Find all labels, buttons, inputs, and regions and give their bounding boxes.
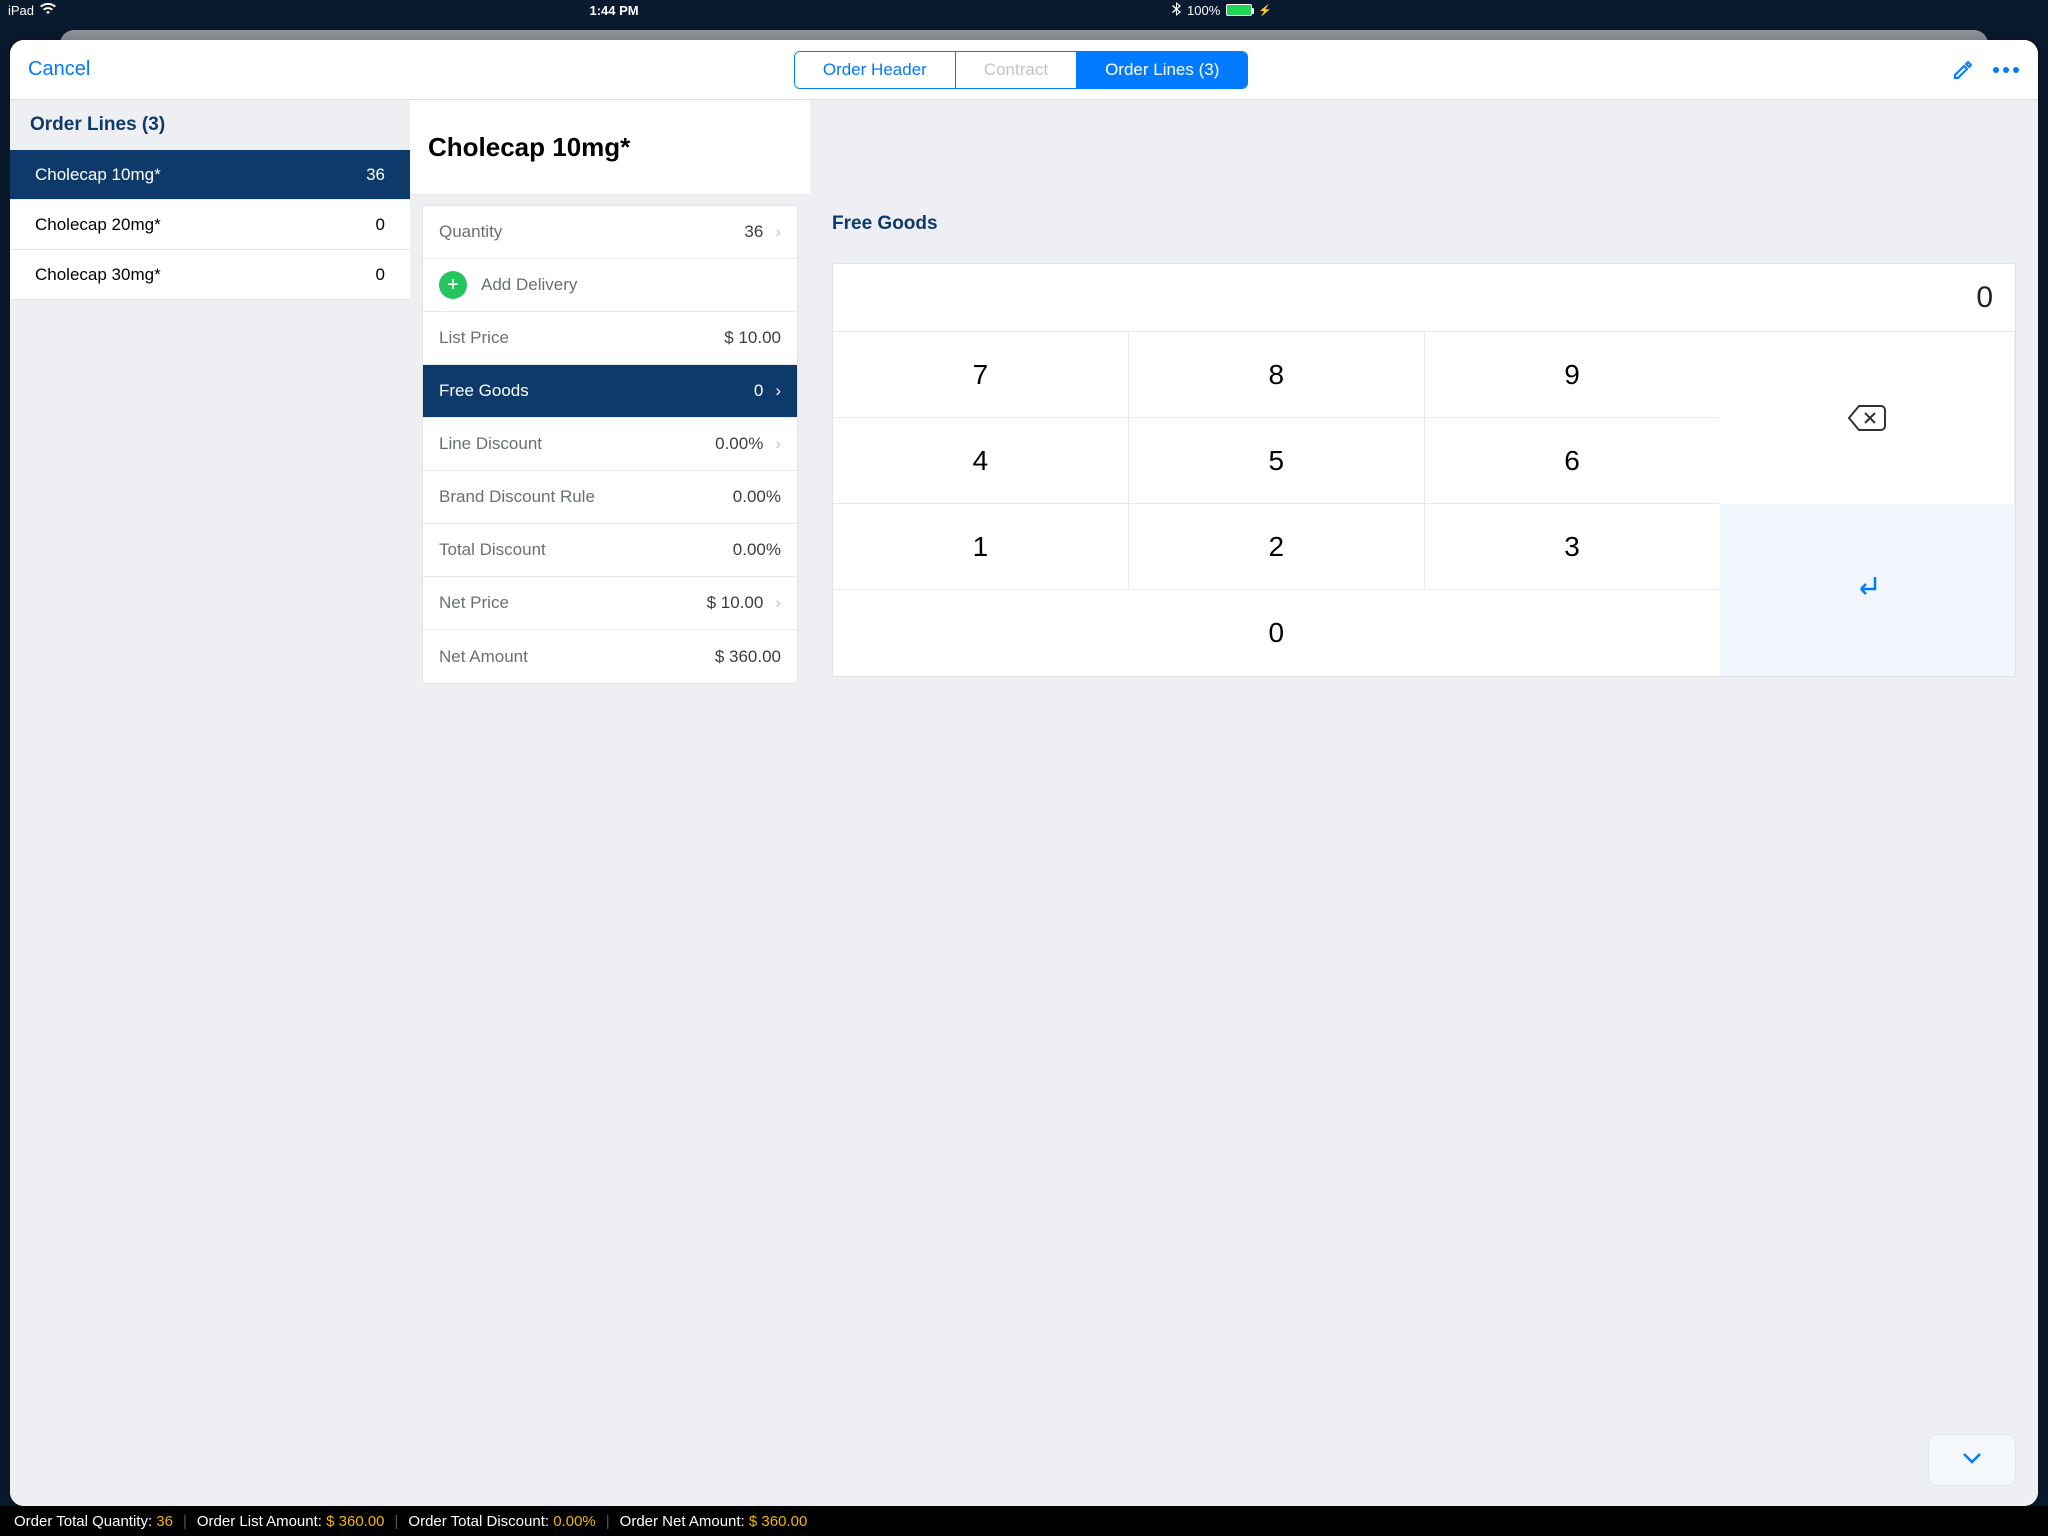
row-value: $ 10.00 <box>724 328 781 348</box>
chevron-down-icon <box>1962 1451 1982 1469</box>
charging-icon: ⚡ <box>1258 4 1272 17</box>
key-1[interactable]: 1 <box>833 504 1129 590</box>
chevron-right-icon: › <box>775 593 781 613</box>
device-label: iPad <box>8 3 34 18</box>
key-backspace[interactable] <box>1720 332 2016 504</box>
backspace-icon <box>1847 404 1887 432</box>
battery-icon <box>1226 4 1252 16</box>
row-label: Quantity <box>439 222 502 242</box>
product-title: Cholecap 10mg* <box>428 132 630 163</box>
summary-disc: 0.00% <box>553 1513 596 1530</box>
row-label: Net Price <box>439 593 509 613</box>
numeric-keypad: 0 7 8 9 4 5 6 1 <box>832 263 2016 677</box>
row-label: Line Discount <box>439 434 542 454</box>
list-item-name: Cholecap 30mg* <box>35 265 161 285</box>
row-value: 0.00% <box>715 434 763 454</box>
enter-icon <box>1853 573 1881 608</box>
row-total-discount: Total Discount 0.00% <box>423 524 797 577</box>
modal-sheet: Cancel Order Header Contract Order Lines… <box>10 40 2038 1506</box>
row-value: $ 360.00 <box>715 647 781 667</box>
list-item[interactable]: Cholecap 20mg* 0 <box>10 200 410 250</box>
segmented-control: Order Header Contract Order Lines (3) <box>794 51 1249 89</box>
keypad-title: Free Goods <box>810 195 2038 253</box>
row-brand-discount: Brand Discount Rule 0.00% <box>423 471 797 524</box>
tab-order-header[interactable]: Order Header <box>795 52 956 88</box>
summary-disc-label: Order Total Discount: <box>408 1513 549 1530</box>
row-add-delivery[interactable]: + Add Delivery <box>423 259 797 312</box>
summary-net-label: Order Net Amount: <box>620 1513 745 1530</box>
row-value: $ 10.00 <box>707 593 764 613</box>
row-label: Add Delivery <box>481 275 577 295</box>
plus-icon: + <box>439 271 467 299</box>
row-free-goods[interactable]: Free Goods 0 › <box>423 365 797 418</box>
row-label: Net Amount <box>439 647 528 667</box>
keypad-display: 0 <box>833 264 2015 332</box>
summary-net: $ 360.00 <box>749 1513 807 1530</box>
keypad-column: Free Goods 0 7 8 9 4 5 6 <box>810 100 2038 1506</box>
key-enter[interactable] <box>1720 504 2016 676</box>
list-item[interactable]: Cholecap 30mg* 0 <box>10 250 410 300</box>
summary-qty: 36 <box>156 1513 173 1530</box>
summary-qty-label: Order Total Quantity: <box>14 1513 152 1530</box>
summary-list: $ 360.00 <box>326 1513 384 1530</box>
row-quantity[interactable]: Quantity 36 › <box>423 206 797 259</box>
key-7[interactable]: 7 <box>833 332 1129 418</box>
status-bar: iPad 1:44 PM 100% ⚡ <box>0 0 1280 20</box>
row-label: Brand Discount Rule <box>439 487 595 507</box>
summary-bar: Order Total Quantity: 36 | Order List Am… <box>0 1506 2048 1536</box>
key-6[interactable]: 6 <box>1425 418 1720 504</box>
list-item-name: Cholecap 10mg* <box>35 165 161 185</box>
summary-list-label: Order List Amount: <box>197 1513 322 1530</box>
list-item[interactable]: Cholecap 10mg* 36 <box>10 150 410 200</box>
status-time: 1:44 PM <box>56 3 1172 18</box>
cancel-button[interactable]: Cancel <box>28 58 90 81</box>
key-9[interactable]: 9 <box>1425 332 1720 418</box>
list-item-name: Cholecap 20mg* <box>35 215 161 235</box>
row-value: 0.00% <box>733 540 781 560</box>
chevron-right-icon: › <box>775 222 781 242</box>
bluetooth-icon <box>1172 2 1181 19</box>
order-lines-list: Order Lines (3) Cholecap 10mg* 36 Cholec… <box>10 100 410 1506</box>
content: Cholecap 10mg* i Order Lines (3) Choleca… <box>10 100 2038 1506</box>
key-2[interactable]: 2 <box>1129 504 1425 590</box>
tab-order-lines[interactable]: Order Lines (3) <box>1077 52 1247 88</box>
row-list-price: List Price $ 10.00 <box>423 312 797 365</box>
wifi-icon <box>40 3 56 18</box>
list-item-qty: 36 <box>366 165 385 185</box>
row-value: 0 <box>754 381 763 401</box>
key-0[interactable]: 0 <box>833 590 1720 676</box>
key-4[interactable]: 4 <box>833 418 1129 504</box>
row-label: Free Goods <box>439 381 529 401</box>
detail-panel: Quantity 36 › + Add Delivery List Price … <box>422 205 798 684</box>
row-label: List Price <box>439 328 509 348</box>
chevron-right-icon: › <box>775 434 781 454</box>
list-item-qty: 0 <box>376 215 385 235</box>
tab-contract: Contract <box>956 52 1077 88</box>
row-line-discount[interactable]: Line Discount 0.00% › <box>423 418 797 471</box>
more-icon[interactable] <box>1992 61 2020 79</box>
detail-column: Quantity 36 › + Add Delivery List Price … <box>410 100 810 1506</box>
key-3[interactable]: 3 <box>1425 504 1720 590</box>
row-value: 36 <box>744 222 763 242</box>
row-value: 0.00% <box>733 487 781 507</box>
edit-icon[interactable] <box>1952 59 1974 81</box>
row-net-amount: Net Amount $ 360.00 <box>423 630 797 683</box>
row-net-price[interactable]: Net Price $ 10.00 › <box>423 577 797 630</box>
order-lines-header: Order Lines (3) <box>10 100 410 150</box>
chevron-right-icon: › <box>775 381 781 401</box>
list-item-qty: 0 <box>376 265 385 285</box>
battery-pct: 100% <box>1187 3 1220 18</box>
expand-button[interactable] <box>1928 1434 2016 1486</box>
navbar: Cancel Order Header Contract Order Lines… <box>10 40 2038 100</box>
key-5[interactable]: 5 <box>1129 418 1425 504</box>
key-8[interactable]: 8 <box>1129 332 1425 418</box>
row-label: Total Discount <box>439 540 546 560</box>
